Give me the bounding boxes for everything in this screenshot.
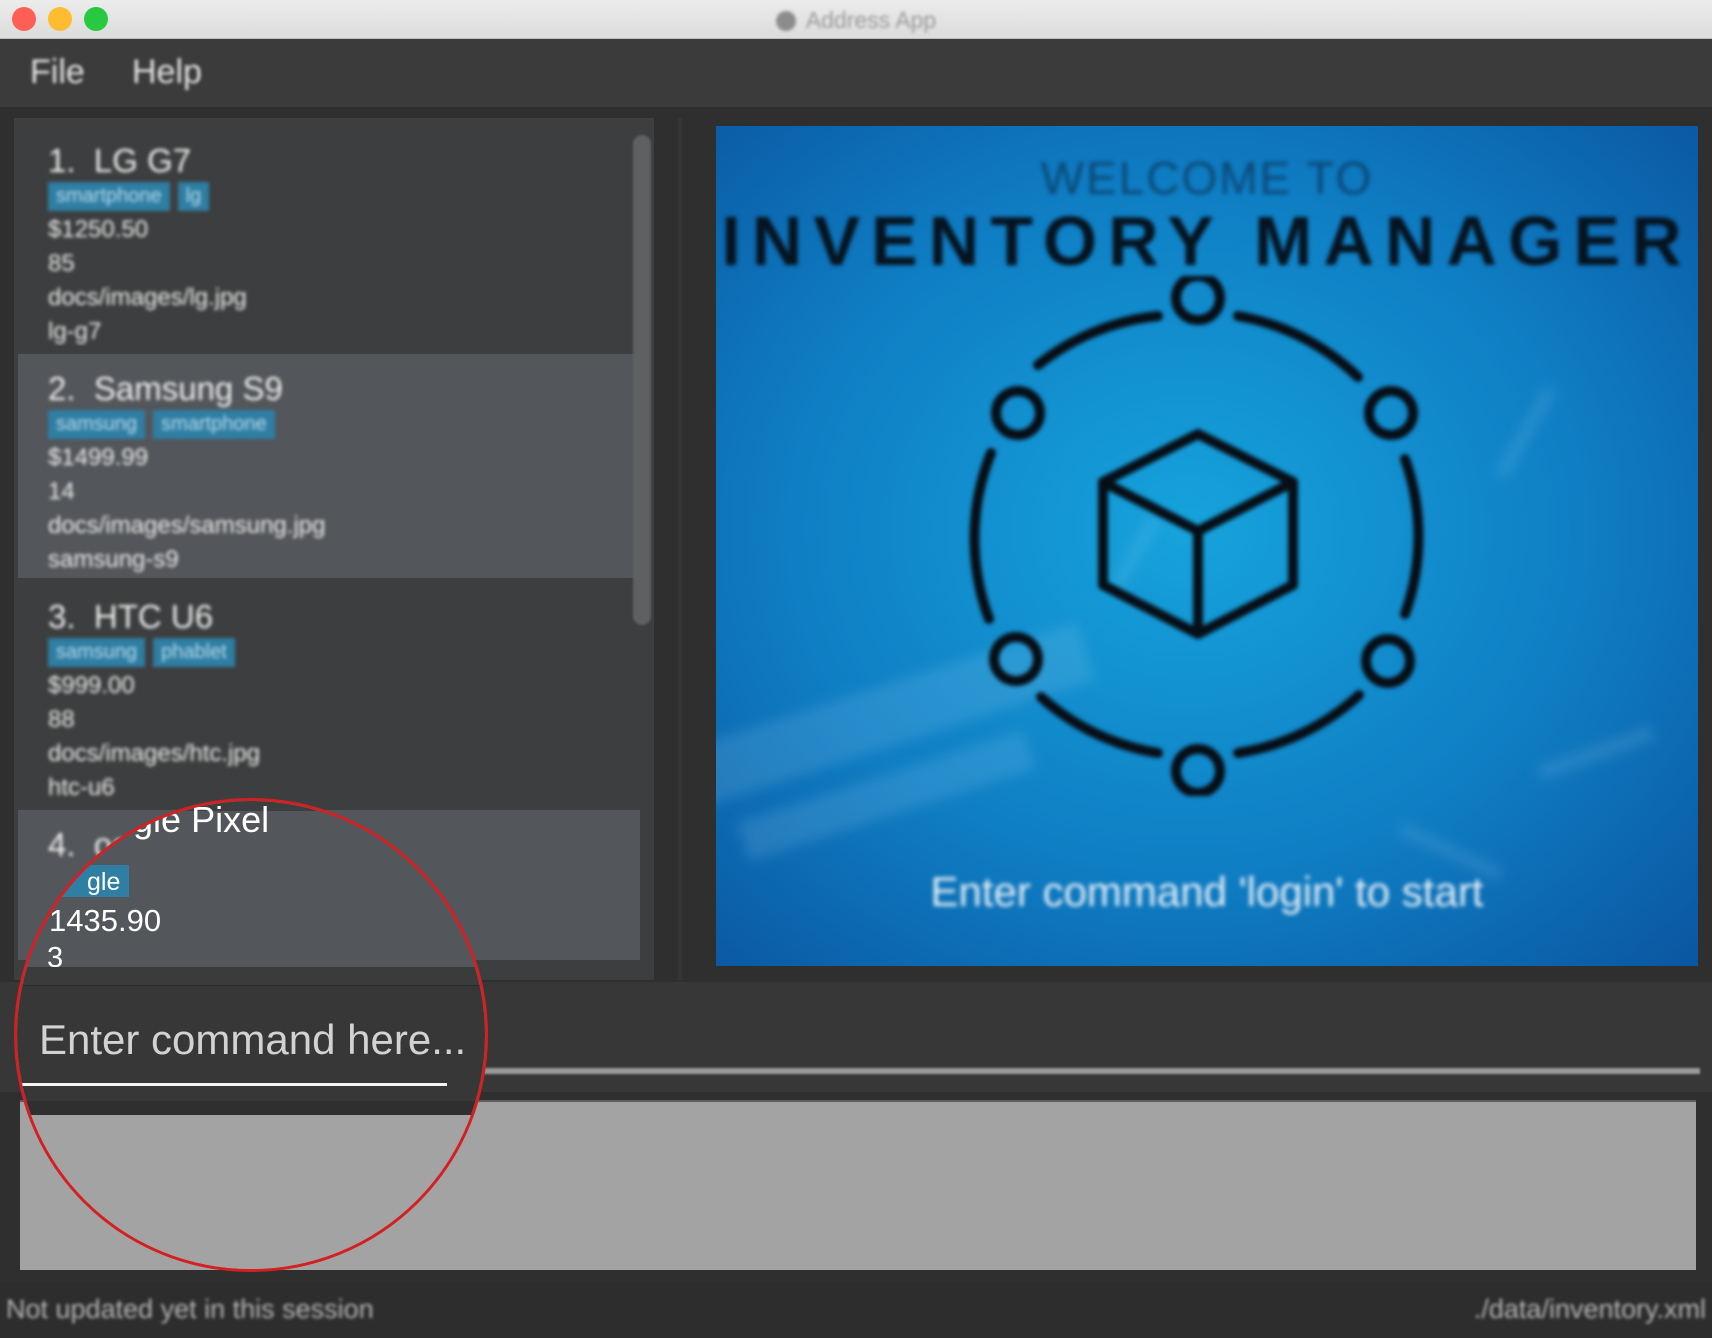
- item-price: $1499.99: [48, 444, 149, 471]
- list-scrollbar[interactable]: [633, 135, 651, 625]
- item-tag: samsung: [48, 410, 146, 439]
- sync-status: Not updated yet in this session: [6, 1294, 374, 1324]
- app-heading: INVENTORY MANAGER: [721, 202, 1693, 280]
- item-sku: lg-g7: [48, 318, 102, 345]
- command-input-underline: [21, 1083, 447, 1086]
- item-tag: smartphone: [153, 410, 275, 439]
- welcome-label: WELCOME TO: [1040, 152, 1374, 204]
- split-divider[interactable]: [678, 118, 682, 980]
- item-tag: samsung: [48, 638, 146, 667]
- title-bar: Address App: [0, 0, 1712, 39]
- item-name: Samsung S9: [93, 370, 283, 407]
- item-sku: samsung-s9: [48, 546, 179, 573]
- item-tag: phablet: [153, 638, 235, 667]
- zoomed-item-name: ogle Pixel: [113, 799, 270, 840]
- item-index: 3.: [48, 598, 76, 635]
- item-quantity: 14: [48, 478, 75, 505]
- zoomed-item-price: 1435.90: [49, 903, 162, 938]
- item-image-path: docs/images/htc.jpg: [48, 740, 261, 767]
- status-bar: Not updated yet in this session ./data/i…: [0, 1282, 1712, 1338]
- menu-file[interactable]: File: [30, 53, 85, 92]
- item-price: $1250.50: [48, 216, 149, 243]
- inventory-logo-icon: [948, 271, 1448, 801]
- welcome-panel: WELCOME TO INVENTORY MANAGER Enter comma: [716, 126, 1698, 966]
- window-title: Address App: [805, 7, 937, 33]
- zoomed-item-tag: gle: [87, 868, 121, 896]
- item-quantity: 88: [48, 706, 75, 733]
- save-location: ./data/inventory.xml: [1473, 1294, 1706, 1324]
- item-quantity: 85: [48, 250, 75, 277]
- item-tag: lg: [177, 182, 210, 211]
- item-price: $999.00: [48, 672, 135, 699]
- command-input[interactable]: [39, 1011, 485, 1069]
- item-name: LG G7: [93, 142, 192, 179]
- item-image-path: docs/images/lg.jpg: [48, 284, 247, 311]
- menu-bar: File Help: [0, 39, 1712, 107]
- item-index: 1.: [48, 142, 76, 179]
- app-icon: [775, 11, 796, 31]
- zoom-callout: 4. ogle Pixel gle 1435.90 3: [14, 798, 488, 1272]
- item-image-path: docs/images/samsung.jpg: [48, 512, 326, 539]
- list-item-selected[interactable]: 2. Samsung S9 samsung smartphone $1499.99…: [18, 354, 640, 578]
- item-name: HTC U6: [93, 598, 214, 635]
- login-hint: Enter command 'login' to start: [930, 868, 1484, 915]
- item-index: 2.: [48, 370, 76, 407]
- list-item[interactable]: 1. LG G7 smartphone lg $1250.50 85 docs/i…: [18, 122, 640, 346]
- menu-help[interactable]: Help: [132, 53, 202, 92]
- list-item[interactable]: 3. HTC U6 samsung phablet $999.00 88 docs…: [18, 582, 640, 806]
- item-tag: smartphone: [48, 182, 170, 211]
